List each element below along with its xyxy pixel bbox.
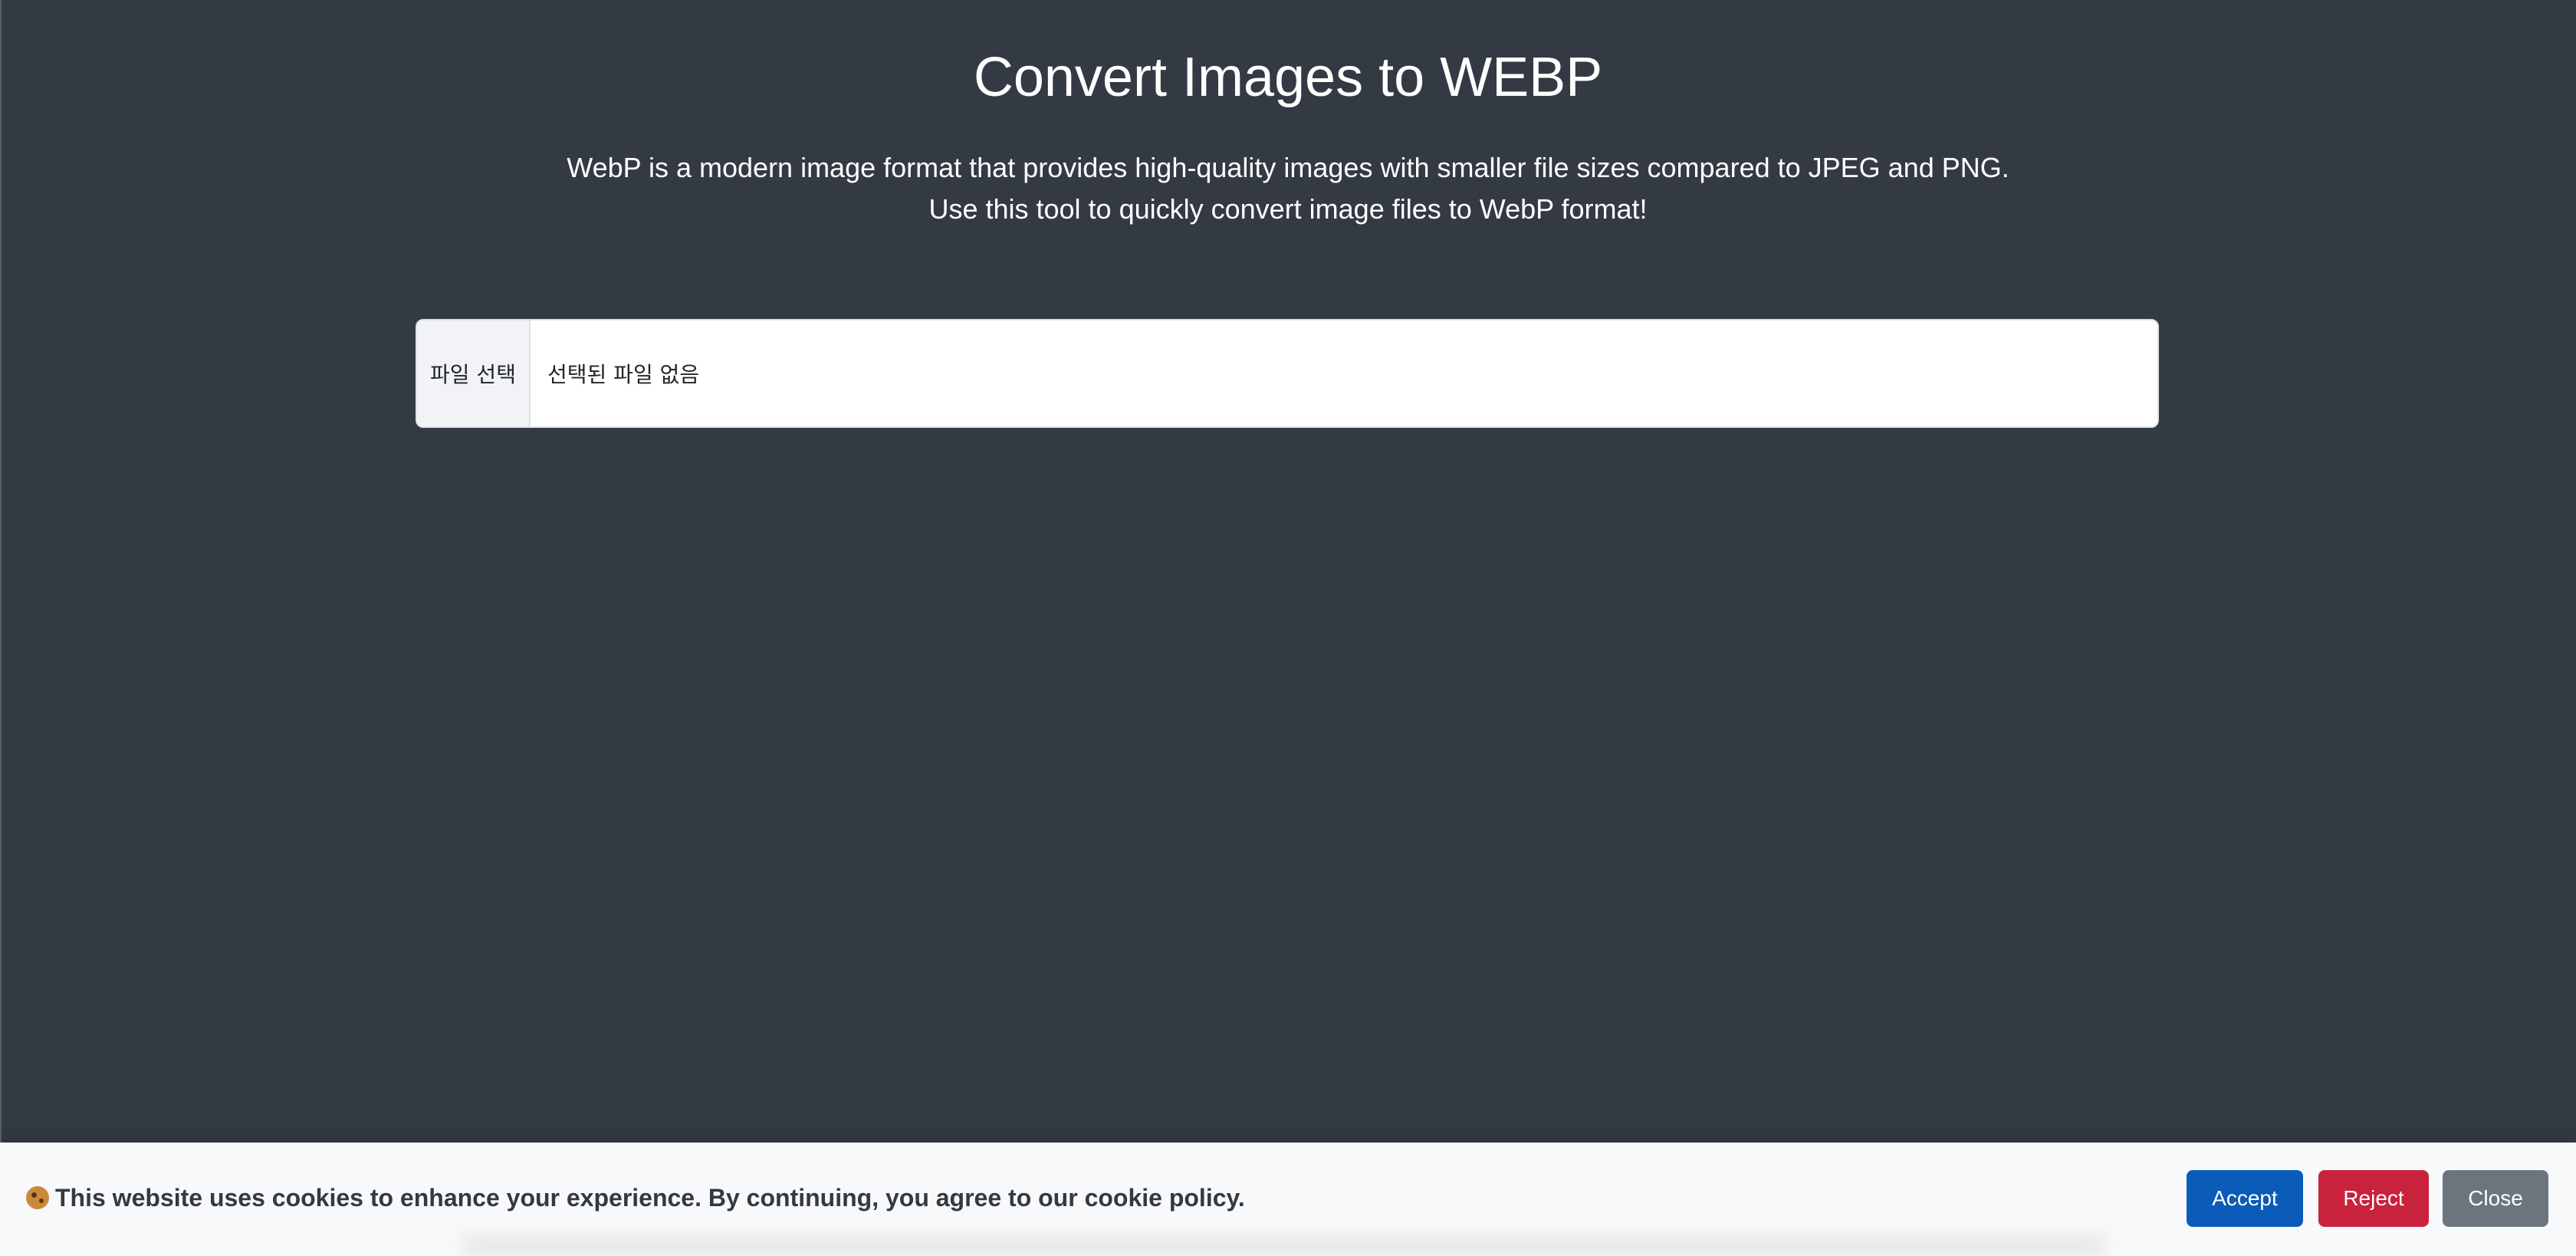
accept-button[interactable]: Accept [2187, 1170, 2303, 1227]
cookie-banner-shadow [460, 1227, 2108, 1256]
intro-text: WebP is a modern image format that provi… [0, 147, 2576, 230]
intro-line-1: WebP is a modern image format that provi… [567, 152, 2009, 183]
file-status-text: 선택된 파일 없음 [547, 362, 700, 387]
reject-button[interactable]: Reject [2318, 1170, 2429, 1227]
choose-file-button[interactable]: 파일 선택 [417, 321, 531, 426]
cookie-message-text: This website uses cookies to enhance you… [55, 1184, 1245, 1212]
cookie-message: This website uses cookies to enhance you… [26, 1181, 1245, 1215]
page-title: Convert Images to WEBP [973, 47, 1603, 108]
file-input[interactable]: 파일 선택 선택된 파일 없음 [416, 319, 2159, 428]
close-button[interactable]: Close [2443, 1170, 2548, 1227]
intro-line-2: Use this tool to quickly convert image f… [928, 193, 1648, 225]
cookie-icon [26, 1186, 49, 1209]
